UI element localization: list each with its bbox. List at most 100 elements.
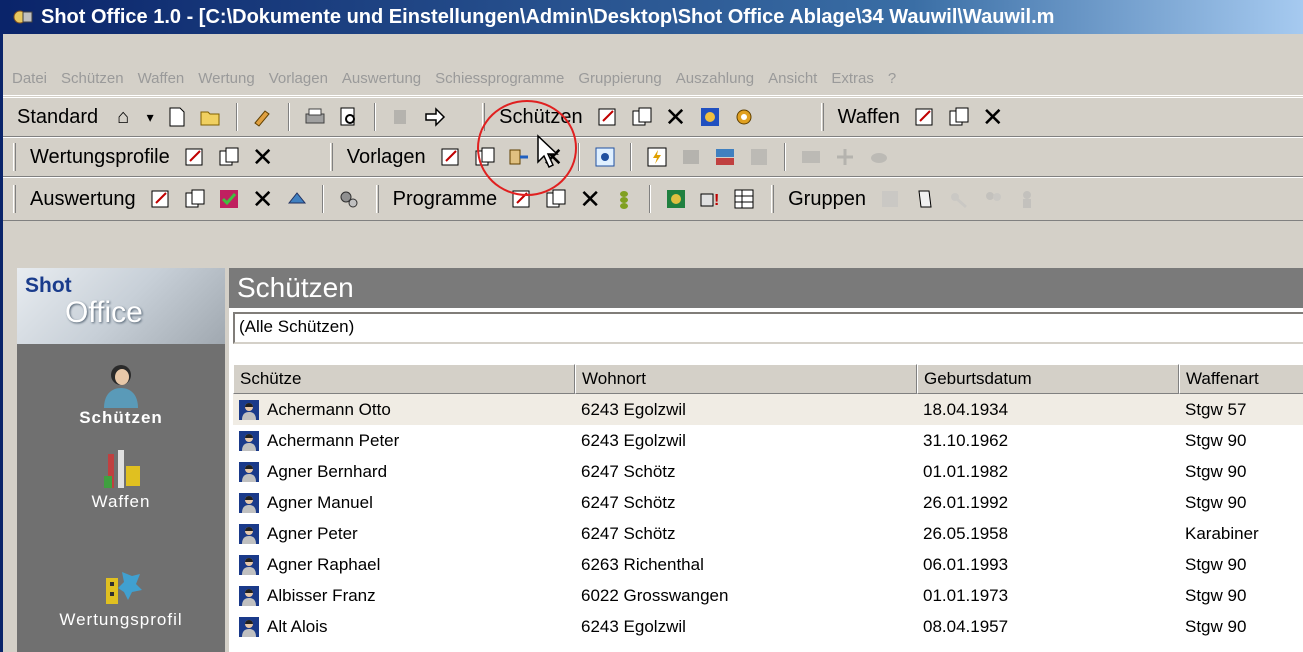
- sidebar: Shot Office Schützen Waffen Wertungsprof…: [17, 268, 225, 652]
- template-merge-icon[interactable]: [796, 142, 826, 172]
- export-arrow-icon[interactable]: [420, 102, 450, 132]
- evaluation-report-icon[interactable]: [214, 184, 244, 214]
- menu-item[interactable]: Extras: [824, 70, 881, 87]
- menu-item[interactable]: Vorlagen: [262, 70, 335, 87]
- mouse-cursor-icon: [537, 134, 559, 169]
- toolbar-grip[interactable]: [771, 185, 775, 213]
- shooter-card-icon[interactable]: [695, 102, 725, 132]
- sidebar-item-waffen[interactable]: Waffen: [17, 446, 225, 512]
- delete-evaluation-icon[interactable]: ✕: [248, 184, 278, 214]
- program-chain-icon[interactable]: [609, 184, 639, 214]
- menu-item[interactable]: Datei: [5, 70, 54, 87]
- column-header-schuetze[interactable]: Schütze: [233, 364, 575, 394]
- main-panel: Schützen (Alle Schützen) Schütze Wohnort…: [229, 268, 1303, 652]
- delete-icon[interactable]: ✕: [661, 102, 691, 132]
- table-row[interactable]: Agner Bernhard 6247 Schötz 01.01.1982 Stgw …: [233, 456, 1303, 487]
- sidebar-item-schuetzen[interactable]: Schützen: [17, 362, 225, 428]
- copy-record-icon[interactable]: [627, 102, 657, 132]
- group-members-icon[interactable]: [978, 184, 1008, 214]
- toolbar-gruppen-label: Gruppen: [788, 187, 866, 210]
- toolbar-grip[interactable]: [329, 143, 333, 171]
- copy-program-icon[interactable]: [541, 184, 571, 214]
- cell-waffenart: Karabiner: [1185, 524, 1259, 543]
- toolbar-grip[interactable]: [13, 185, 16, 213]
- edit-icon[interactable]: [248, 102, 278, 132]
- copy-weapon-icon[interactable]: [944, 102, 974, 132]
- table-row[interactable]: Albisser Franz 6022 Grosswangen 01.01.1973…: [233, 580, 1303, 611]
- open-folder-icon[interactable]: [196, 102, 226, 132]
- table-row[interactable]: Agner Manuel 6247 Schötz 26.01.1992 Stgw 90: [233, 487, 1303, 518]
- table-row[interactable]: Achermann Otto 6243 Egolzwil 18.04.1934 Stg…: [233, 394, 1303, 425]
- copy-profile-icon[interactable]: [214, 142, 244, 172]
- menu-item[interactable]: ?: [881, 70, 903, 87]
- sidebar-logo: Shot Office: [17, 268, 225, 344]
- menu-item[interactable]: Ansicht: [761, 70, 824, 87]
- evaluation-gears-icon[interactable]: [334, 184, 364, 214]
- column-header-waffenart[interactable]: Waffenart: [1179, 364, 1303, 394]
- menu-item[interactable]: Gruppierung: [571, 70, 668, 87]
- column-header-wohnort[interactable]: Wohnort: [575, 364, 917, 394]
- cell-schuetze: Agner Raphael: [233, 549, 575, 580]
- menu-item[interactable]: Auswertung: [335, 70, 428, 87]
- template-wizard-icon[interactable]: [504, 142, 534, 172]
- cell-waffenart: Stgw 90: [1185, 586, 1247, 605]
- evaluation-tools-icon[interactable]: [282, 184, 312, 214]
- edit-record-icon[interactable]: [593, 102, 623, 132]
- menu-item[interactable]: Waffen: [131, 70, 192, 87]
- printer-template-icon[interactable]: [676, 142, 706, 172]
- table-row[interactable]: Alt Alois 6243 Egolzwil 08.04.1957 Stgw 90: [233, 611, 1303, 642]
- new-document-icon[interactable]: [162, 102, 192, 132]
- program-table-icon[interactable]: [729, 184, 759, 214]
- group-tag-icon[interactable]: [910, 184, 940, 214]
- edit-profile-icon[interactable]: [180, 142, 210, 172]
- template-stack-icon[interactable]: [710, 142, 740, 172]
- target-window-icon[interactable]: [590, 142, 620, 172]
- person-icon: [239, 430, 259, 451]
- table-body: Achermann Otto 6243 Egolzwil 18.04.1934 Stg…: [233, 394, 1303, 642]
- import-icon[interactable]: [386, 102, 416, 132]
- title-bar: Shot Office 1.0 - [C:\Dokumente und Eins…: [3, 0, 1303, 34]
- lightning-icon[interactable]: [642, 142, 672, 172]
- edit-group-icon[interactable]: [876, 184, 906, 214]
- svg-text:!: !: [714, 192, 719, 209]
- toolbar-grip[interactable]: [375, 185, 379, 213]
- print-preview-icon[interactable]: [334, 102, 364, 132]
- delete-weapon-icon[interactable]: ✕: [978, 102, 1008, 132]
- dropdown-arrow-icon[interactable]: ▾: [142, 102, 158, 132]
- edit-weapon-icon[interactable]: [910, 102, 940, 132]
- edit-template-icon[interactable]: [436, 142, 466, 172]
- print-icon[interactable]: [300, 102, 330, 132]
- toolbar-grip[interactable]: [13, 143, 16, 171]
- group-person-icon[interactable]: [1012, 184, 1042, 214]
- toolbar-grip[interactable]: [820, 103, 824, 131]
- template-cloud-icon[interactable]: [864, 142, 894, 172]
- delete-profile-icon[interactable]: ✕: [248, 142, 278, 172]
- column-header-geburtsdatum[interactable]: Geburtsdatum: [917, 364, 1179, 394]
- home-icon[interactable]: ⌂: [108, 102, 138, 132]
- menu-item[interactable]: Schiessprogramme: [428, 70, 571, 87]
- group-key-icon[interactable]: [944, 184, 974, 214]
- copy-evaluation-icon[interactable]: [180, 184, 210, 214]
- table-row[interactable]: Achermann Peter 6243 Egolzwil 31.10.1962 St…: [233, 425, 1303, 456]
- filter-field[interactable]: (Alle Schützen): [233, 312, 1303, 344]
- template-link-icon[interactable]: [744, 142, 774, 172]
- edit-program-icon[interactable]: [507, 184, 537, 214]
- delete-program-icon[interactable]: ✕: [575, 184, 605, 214]
- person-icon: [239, 492, 259, 513]
- toolbar-separator: [577, 143, 580, 171]
- table-row[interactable]: Agner Raphael 6263 Richenthal 06.01.1993 St…: [233, 549, 1303, 580]
- template-split-icon[interactable]: [830, 142, 860, 172]
- menu-item[interactable]: Schützen: [54, 70, 131, 87]
- sidebar-label-waffen: Waffen: [91, 492, 151, 511]
- toolbar-separator: [783, 143, 786, 171]
- table-row[interactable]: Agner Peter 6247 Schötz 26.05.1958 Karabine…: [233, 518, 1303, 549]
- program-alert-icon[interactable]: !: [695, 184, 725, 214]
- menu-item[interactable]: Auszahlung: [669, 70, 761, 87]
- settings-gear-icon[interactable]: [729, 102, 759, 132]
- sidebar-item-wertungsprofil[interactable]: Wertungsprofil: [17, 564, 225, 630]
- program-run-icon[interactable]: [661, 184, 691, 214]
- copy-template-icon[interactable]: [470, 142, 500, 172]
- toolbar-grip[interactable]: [482, 103, 486, 131]
- edit-evaluation-icon[interactable]: [146, 184, 176, 214]
- menu-item[interactable]: Wertung: [191, 70, 261, 87]
